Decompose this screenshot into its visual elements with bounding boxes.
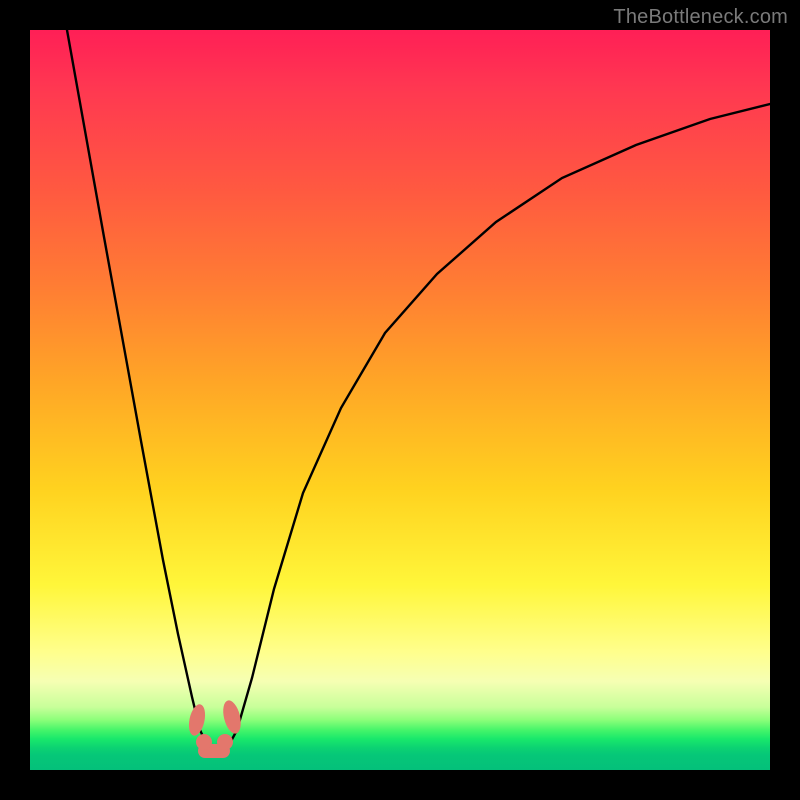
bottleneck-curve	[67, 30, 770, 753]
watermark-text: TheBottleneck.com	[613, 6, 788, 29]
curve-svg	[30, 30, 770, 770]
chart-stage: TheBottleneck.com	[0, 0, 800, 800]
plot-area	[30, 30, 770, 770]
highlight-blob	[186, 699, 244, 758]
